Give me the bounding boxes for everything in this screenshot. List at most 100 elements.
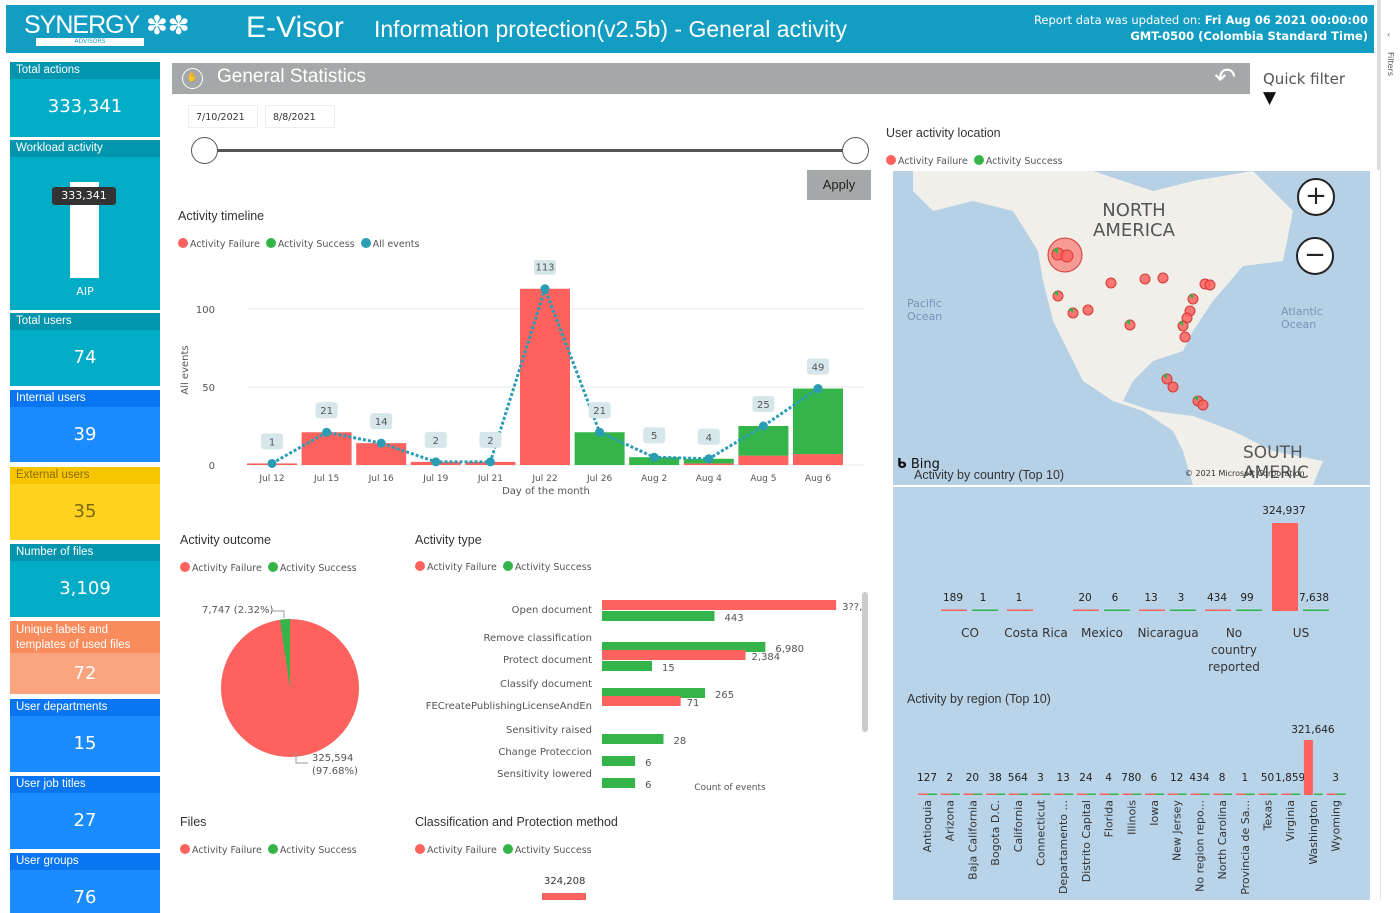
map-zoom-in-button[interactable]: + [1297,178,1335,216]
bar-failure[interactable] [1099,793,1110,796]
bar-failure[interactable] [1326,793,1337,796]
bar-failure[interactable] [1303,740,1313,795]
map-bubble-failure[interactable] [1105,277,1117,289]
bar-success[interactable] [928,793,937,796]
bar-success[interactable] [1245,793,1255,796]
legend-success[interactable]: Activity Success [502,844,592,856]
bar-success[interactable] [1018,793,1028,796]
chevron-left-icon[interactable]: ‹ [1387,30,1390,39]
bar-failure[interactable] [683,463,734,465]
point-all-events[interactable] [649,452,659,462]
point-all-events[interactable] [431,457,441,467]
bar-failure[interactable] [1167,793,1178,796]
bar-failure[interactable] [738,455,789,465]
legend-success[interactable]: Activity Success [265,238,355,250]
bar-failure[interactable] [918,793,928,796]
map-bubble-failure[interactable] [1157,272,1169,284]
bar-success[interactable] [602,734,664,744]
bar-success[interactable] [602,611,715,621]
bar-success[interactable] [1170,609,1196,612]
bar-failure[interactable] [1145,793,1155,796]
bar-success[interactable] [1041,793,1051,796]
point-all-events[interactable] [540,284,550,294]
bar-failure[interactable] [602,696,681,706]
point-all-events[interactable] [485,457,495,467]
legend-failure[interactable]: Activity Failure [180,844,262,856]
legend-all[interactable]: All events [360,238,419,250]
bar-failure[interactable] [1190,793,1201,796]
legend-failure[interactable]: Activity Failure [415,561,497,573]
bar-success[interactable] [602,778,636,788]
legend-success[interactable]: Activity Success [267,844,357,856]
bar-failure[interactable] [1031,793,1042,796]
bar-failure[interactable] [1235,793,1246,796]
bar-failure[interactable] [520,288,570,465]
start-date-input[interactable]: 7/10/2021 [188,105,258,128]
bar-failure[interactable] [1205,609,1231,612]
bar-failure[interactable] [940,793,951,796]
bar-success[interactable] [1313,793,1323,796]
map-bubble-failure[interactable] [1179,331,1191,343]
bar-success[interactable] [602,756,636,766]
bar-failure[interactable] [1008,793,1019,796]
bar-failure[interactable] [542,893,586,900]
point-all-events[interactable] [267,458,277,468]
date-slider-track[interactable] [205,149,855,152]
bar-failure[interactable] [1139,609,1165,612]
bar-success[interactable] [793,388,843,455]
map-bubble-failure[interactable] [1197,399,1209,411]
bar-success[interactable] [1336,793,1346,796]
bar-success[interactable] [1064,793,1074,796]
bar-success[interactable] [950,793,960,796]
bar-failure[interactable] [793,454,843,465]
point-all-events[interactable] [704,454,714,464]
map-zoom-out-button[interactable]: − [1296,237,1334,275]
bar-success[interactable] [1200,793,1210,796]
bar-success[interactable] [602,661,652,671]
bar-failure[interactable] [1272,523,1298,611]
bar-failure[interactable] [602,600,837,610]
filters-pane[interactable]: ‹ Filters [1380,0,1400,900]
date-slider-start-handle[interactable] [191,137,218,164]
bar-failure[interactable] [602,650,746,660]
bar-success[interactable] [1177,793,1187,796]
legend-failure[interactable]: Activity Failure [178,238,260,250]
map-bubble-failure[interactable] [1167,381,1179,393]
legend-success[interactable]: Activity Success [502,561,592,573]
map-bubble-failure[interactable] [1204,279,1216,291]
bar-success[interactable] [996,793,1006,796]
point-all-events[interactable] [376,438,386,448]
end-date-input[interactable]: 8/8/2021 [265,105,335,128]
bar-success[interactable] [1303,609,1329,612]
bar-success[interactable] [1132,793,1142,796]
bar-failure[interactable] [963,793,974,796]
bar-failure[interactable] [1258,793,1269,796]
quick-filter-button[interactable]: Quick filter ▼ [1250,63,1370,108]
legend-failure[interactable]: Activity Failure [415,844,497,856]
bar-success[interactable] [1155,793,1164,796]
bar-failure[interactable] [1076,793,1087,796]
bar-failure[interactable] [1007,609,1033,612]
bar-failure[interactable] [1054,793,1065,796]
bar-failure[interactable] [986,793,997,796]
bar-success[interactable] [1236,609,1262,612]
legend-failure[interactable]: Activity Failure [886,155,968,167]
map-bubble-failure[interactable] [1139,273,1151,285]
map-bubble-failure[interactable] [1060,249,1074,263]
bar-success[interactable] [574,432,625,465]
point-all-events[interactable] [813,384,823,394]
bar-success[interactable] [1109,793,1119,796]
bar-success[interactable] [972,609,998,612]
point-all-events[interactable] [758,421,768,431]
bar-success[interactable] [1086,793,1096,796]
apply-button[interactable]: Apply [807,170,871,200]
legend-failure[interactable]: Activity Failure [180,562,262,574]
point-all-events[interactable] [595,427,605,437]
bar-success[interactable] [1223,793,1233,796]
bar-failure[interactable] [1122,793,1133,796]
bar-failure[interactable] [1213,793,1224,796]
user-activity-map[interactable]: NORTH AMERICA Pacific Ocean Atlantic Ocean … [893,171,1370,485]
activity-type-scrollbar[interactable] [862,592,868,732]
bar-failure[interactable] [1281,793,1292,796]
bar-failure[interactable] [1073,609,1099,612]
